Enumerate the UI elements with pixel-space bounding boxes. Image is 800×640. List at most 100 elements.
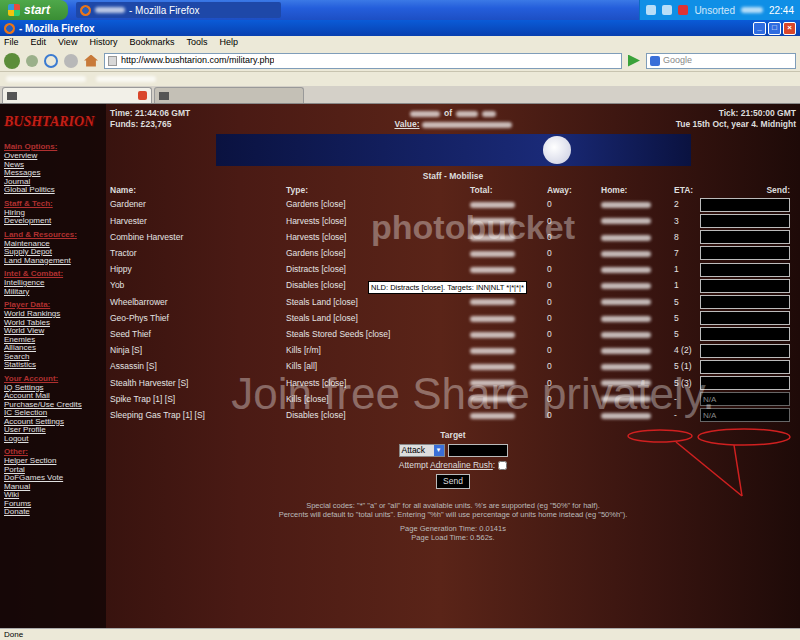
sidebar-item[interactable]: World View	[4, 327, 106, 336]
unit-name[interactable]: Gardener	[110, 198, 286, 211]
stop-icon[interactable]	[64, 54, 78, 68]
sidebar-item[interactable]: Alliances	[4, 344, 106, 353]
target-input[interactable]	[448, 444, 508, 457]
sidebar-item[interactable]: Statistics	[4, 361, 106, 370]
menu-item[interactable]: File	[4, 36, 19, 50]
unit-name[interactable]: Wheelbarrower	[110, 296, 286, 309]
sidebar-item[interactable]: Account Mail	[4, 392, 106, 401]
sidebar-item[interactable]: Maintenance	[4, 240, 106, 249]
sidebar-item[interactable]: Supply Depot	[4, 248, 106, 257]
send-input[interactable]	[700, 230, 790, 244]
send-input[interactable]	[700, 263, 790, 277]
send-input[interactable]	[700, 279, 790, 293]
unit-name[interactable]: Combine Harvester	[110, 231, 286, 244]
sidebar-item[interactable]: Manual	[4, 483, 106, 492]
send-button[interactable]: Send	[436, 474, 470, 489]
sidebar-item[interactable]: Messages	[4, 169, 106, 178]
tab-favicon	[7, 92, 17, 100]
sidebar-item[interactable]: Land Management	[4, 257, 106, 266]
window-control[interactable]: ×	[783, 22, 796, 35]
send-input[interactable]	[700, 198, 790, 212]
go-icon[interactable]	[628, 55, 640, 67]
start-button[interactable]: start	[0, 0, 68, 20]
sidebar-item[interactable]: World Rankings	[4, 310, 106, 319]
sidebar-item[interactable]: Forums	[4, 500, 106, 509]
sidebar-item[interactable]: DoFGames Vote	[4, 474, 106, 483]
sidebar-item[interactable]: Helper Section	[4, 457, 106, 466]
sidebar-item[interactable]: Account Settings	[4, 418, 106, 427]
unit-name[interactable]: Assassin [S]	[110, 360, 286, 373]
sidebar-item[interactable]: World Tables	[4, 319, 106, 328]
column-header: Name:	[110, 184, 286, 197]
sidebar-item[interactable]: Journal	[4, 178, 106, 187]
sidebar-item[interactable]: Purchase/Use Credits	[4, 401, 106, 410]
sidebar-item[interactable]: Military	[4, 288, 106, 297]
send-input[interactable]	[700, 344, 790, 358]
tab-close-icon[interactable]	[138, 91, 147, 100]
sidebar-item[interactable]: Search	[4, 353, 106, 362]
adrenaline-checkbox[interactable]	[498, 461, 507, 470]
sidebar-item[interactable]: Global Politics	[4, 186, 106, 195]
window-control[interactable]: _	[753, 22, 766, 35]
sidebar-item[interactable]: Portal	[4, 466, 106, 475]
unit-name[interactable]: Geo-Phys Thief	[110, 312, 286, 325]
table-row: Stealth Harvester [S]Harvests [close]05 …	[110, 375, 796, 391]
menu-item[interactable]: Edit	[31, 36, 47, 50]
search-field[interactable]: Google	[646, 53, 796, 69]
column-header: Type:	[286, 184, 470, 197]
redacted-blur	[601, 413, 651, 419]
send-input[interactable]	[700, 311, 790, 325]
send-input[interactable]	[700, 295, 790, 309]
send-input[interactable]	[700, 246, 790, 260]
send-input	[700, 408, 790, 422]
unit-home	[601, 296, 674, 309]
unit-name[interactable]: Yob	[110, 279, 286, 292]
sidebar-item[interactable]: Development	[4, 217, 106, 226]
unit-name[interactable]: Hippy	[110, 263, 286, 276]
send-input[interactable]	[700, 376, 790, 390]
unit-name[interactable]: Tractor	[110, 247, 286, 260]
tray-icon[interactable]	[646, 5, 656, 15]
send-input[interactable]	[700, 327, 790, 341]
adrenaline-option[interactable]: Attempt Adrenaline Rush:	[399, 459, 507, 472]
sidebar-item[interactable]: Overview	[4, 152, 106, 161]
tray-icon[interactable]	[678, 5, 688, 15]
unit-total	[470, 231, 547, 244]
url-field[interactable]: http://www.bushtarion.com/military.php	[104, 53, 622, 69]
menu-item[interactable]: View	[58, 36, 77, 50]
window-control[interactable]: □	[768, 22, 781, 35]
unit-name[interactable]: Ninja [S]	[110, 344, 286, 357]
browser-tab[interactable]	[2, 87, 152, 103]
send-input[interactable]	[700, 360, 790, 374]
sidebar-item[interactable]: Wiki	[4, 491, 106, 500]
browser-tab[interactable]	[154, 87, 304, 103]
back-icon[interactable]	[4, 53, 20, 69]
sidebar-item[interactable]: Intelligence	[4, 279, 106, 288]
unit-name[interactable]: Harvester	[110, 215, 286, 228]
unit-name[interactable]: Stealth Harvester [S]	[110, 377, 286, 390]
reload-icon[interactable]	[44, 54, 58, 68]
sidebar-item[interactable]: Hiring	[4, 209, 106, 218]
sidebar-item[interactable]: Logout	[4, 435, 106, 444]
redacted-blur	[470, 380, 515, 386]
sidebar-item[interactable]: News	[4, 161, 106, 170]
action-select[interactable]: Attack▼	[399, 444, 445, 457]
sidebar-item[interactable]: IC Selection	[4, 409, 106, 418]
menu-item[interactable]: Bookmarks	[129, 36, 174, 50]
send-input[interactable]	[700, 214, 790, 228]
sidebar-item[interactable]: Donate	[4, 508, 106, 517]
unit-name[interactable]: Sleeping Gas Trap [1] [S]	[110, 409, 286, 422]
taskbar-task[interactable]: - Mozilla Firefox	[76, 2, 281, 18]
sidebar-item[interactable]: IQ Settings	[4, 384, 106, 393]
sidebar-item[interactable]: User Profile	[4, 426, 106, 435]
menu-item[interactable]: History	[89, 36, 117, 50]
sidebar-item[interactable]: Enemies	[4, 336, 106, 345]
unit-name[interactable]: Spike Trap [1] [S]	[110, 393, 286, 406]
unit-home	[601, 409, 674, 422]
menu-item[interactable]: Tools	[186, 36, 207, 50]
home-icon[interactable]	[84, 55, 98, 67]
tray-icon[interactable]	[662, 5, 672, 15]
menu-item[interactable]: Help	[219, 36, 238, 50]
forward-icon[interactable]	[26, 55, 38, 67]
unit-name[interactable]: Seed Thief	[110, 328, 286, 341]
